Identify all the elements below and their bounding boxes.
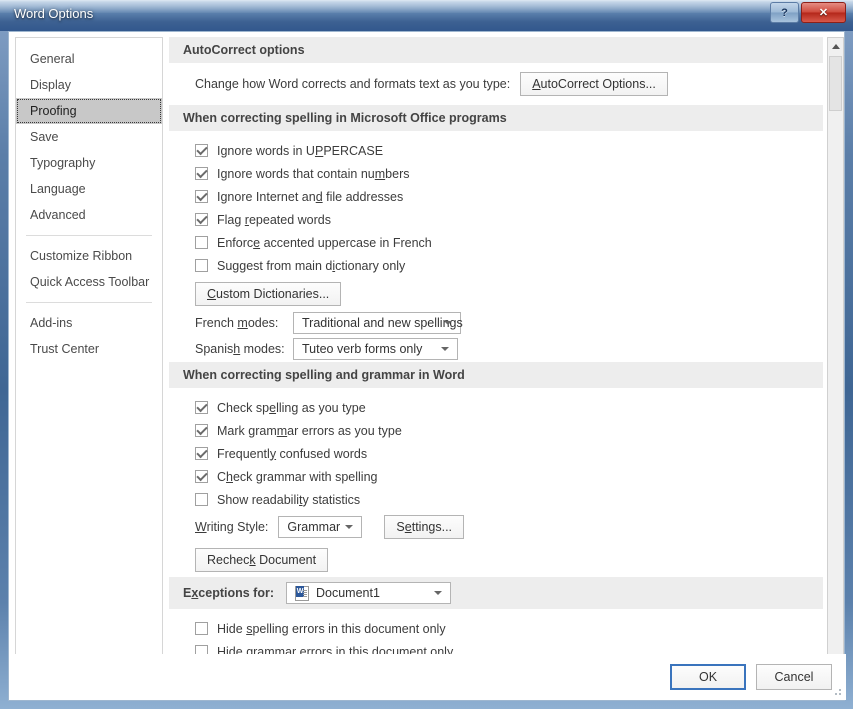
section-header-autocorrect: AutoCorrect options [169,37,823,63]
checkbox-check-grammar-with-spelling[interactable] [195,470,208,483]
help-button[interactable]: ? [770,2,799,23]
section-header-word-grammar: When correcting spelling and grammar in … [169,362,823,388]
content-scrollbar[interactable] [827,37,844,667]
window-controls: ? ✕ [770,2,846,23]
french-modes-label: French modes: [195,316,279,330]
checkbox-label: Suggest from main dictionary only [217,258,406,273]
word-document-icon [295,585,309,601]
checkbox-label: Check grammar with spelling [217,469,378,484]
checkbox-ignore-internet-and-file-addresses[interactable] [195,190,208,203]
checkbox-suggest-from-main-dictionary-only[interactable] [195,259,208,272]
footer-button-group: OK Cancel [670,664,832,690]
writing-style-value: Grammar [287,520,341,534]
resize-grip[interactable] [830,684,843,697]
chevron-down-icon [345,525,354,529]
spanish-modes-label: Spanish modes: [195,341,285,356]
chevron-down-icon [434,591,442,595]
french-modes-combobox[interactable]: Traditional and new spellings [293,312,463,334]
sidebar-item-quick-access-toolbar[interactable]: Quick Access Toolbar [16,269,162,295]
dialog-footer: OK Cancel [9,654,846,700]
sidebar-item-language[interactable]: Language [16,176,162,202]
checkbox-label: Show readability statistics [217,492,361,507]
spanish-modes-value: Tuteo verb forms only [302,341,423,356]
sidebar-separator [26,235,152,236]
checkbox-label: Ignore words that contain numbers [217,166,410,181]
titlebar-sheen [0,0,853,13]
exceptions-document-value: Document1 [316,586,380,600]
checkbox-row[interactable]: Flag repeated words [169,208,823,231]
checkbox-row[interactable]: Ignore Internet and file addresses [169,185,823,208]
word-options-window: Word Options ? ✕ General Display Proofing S… [0,0,853,709]
checkbox-row[interactable]: Check grammar with spelling [169,465,823,488]
checkbox-show-readability-statistics[interactable] [195,493,208,506]
checkbox-check-spelling-as-you-type[interactable] [195,401,208,414]
checkbox-hide-spelling-errors-in-this-document-only[interactable] [195,622,208,635]
exceptions-label: Exceptions for: [183,586,274,600]
checkbox-row[interactable]: Ignore words that contain numbers [169,162,823,185]
word-grammar-checkbox-group: Check spelling as you type Mark grammar e… [169,396,823,511]
chevron-down-icon [441,346,449,351]
section-header-office-spelling: When correcting spelling in Microsoft Of… [169,105,823,131]
checkbox-row[interactable]: Suggest from main dictionary only [169,254,823,277]
checkbox-row[interactable]: Check spelling as you type [169,396,823,419]
close-button[interactable]: ✕ [801,2,846,23]
chevron-down-icon [444,321,452,325]
checkbox-label: Mark grammar errors as you type [217,423,402,438]
spanish-modes-combobox[interactable]: Tuteo verb forms only [293,337,458,360]
section-header-exceptions: Exceptions for: Document1 [169,577,823,609]
background-window-bleed [330,14,730,28]
checkbox-label: Frequently confused words [217,446,368,461]
writing-style-label: Writing Style: [195,520,269,534]
checkbox-flag-repeated-words[interactable] [195,213,208,226]
checkbox-row[interactable]: Hide spelling errors in this document on… [169,617,823,640]
checkbox-label: Enforce accented uppercase in French [217,235,432,250]
office-spelling-checkbox-group: Ignore words in UPPERCASE Ignore words th… [169,139,823,277]
options-sidebar: General Display Proofing Save Typography Lang… [15,37,163,667]
autocorrect-description: Change how Word corrects and formats tex… [195,77,511,91]
sidebar-separator [26,302,152,303]
title-bar: Word Options ? ✕ [0,0,853,31]
checkbox-row[interactable]: Enforce accented uppercase in French [169,231,823,254]
sidebar-item-customize-ribbon[interactable]: Customize Ribbon [16,243,162,269]
sidebar-item-save[interactable]: Save [16,124,162,150]
checkbox-ignore-words-in-uppercase[interactable] [195,144,208,157]
sidebar-item-proofing[interactable]: Proofing [16,98,162,124]
sidebar-item-display[interactable]: Display [16,72,162,98]
sidebar-item-add-ins[interactable]: Add-ins [16,310,162,336]
checkbox-label: Hide spelling errors in this document on… [217,621,446,636]
checkbox-label: Check spelling as you type [217,400,366,415]
checkbox-label: Ignore Internet and file addresses [217,189,404,204]
checkbox-row[interactable]: Frequently confused words [169,442,823,465]
options-content-pane: AutoCorrect options Change how Word corr… [169,37,823,667]
recheck-document-button[interactable]: Recheck Document [195,548,329,572]
checkbox-row[interactable]: Mark grammar errors as you type [169,419,823,442]
custom-dictionaries-button[interactable]: Custom Dictionaries... [195,282,342,306]
autocorrect-options-button-label: utoCorrect Options... [540,77,656,91]
ok-button[interactable]: OK [670,664,746,690]
checkbox-label: Ignore words in UPPERCASE [217,143,384,158]
checkbox-mark-grammar-errors-as-you-type[interactable] [195,424,208,437]
sidebar-item-typography[interactable]: Typography [16,150,162,176]
checkbox-row[interactable]: Ignore words in UPPERCASE [169,139,823,162]
dialog-body: General Display Proofing Save Typography Lang… [8,31,846,701]
exceptions-document-combobox[interactable]: Document1 [286,582,451,604]
sidebar-item-advanced[interactable]: Advanced [16,202,162,228]
scroll-up-arrow-icon[interactable] [828,38,843,54]
checkbox-frequently-confused-words[interactable] [195,447,208,460]
sidebar-item-trust-center[interactable]: Trust Center [16,336,162,362]
writing-style-combobox[interactable]: Grammar [278,516,363,538]
grammar-settings-button[interactable]: Settings... [384,515,465,539]
checkbox-label: Flag repeated words [217,212,331,227]
sidebar-item-general[interactable]: General [16,46,162,72]
window-title: Word Options [14,6,94,21]
checkbox-ignore-words-that-contain-numbers[interactable] [195,167,208,180]
scrollbar-thumb[interactable] [829,56,842,111]
checkbox-row[interactable]: Show readability statistics [169,488,823,511]
autocorrect-options-button[interactable]: AutoCorrect Options... [520,72,668,96]
checkbox-enforce-accented-uppercase-in-french[interactable] [195,236,208,249]
french-modes-value: Traditional and new spellings [302,316,463,330]
cancel-button[interactable]: Cancel [756,664,832,690]
